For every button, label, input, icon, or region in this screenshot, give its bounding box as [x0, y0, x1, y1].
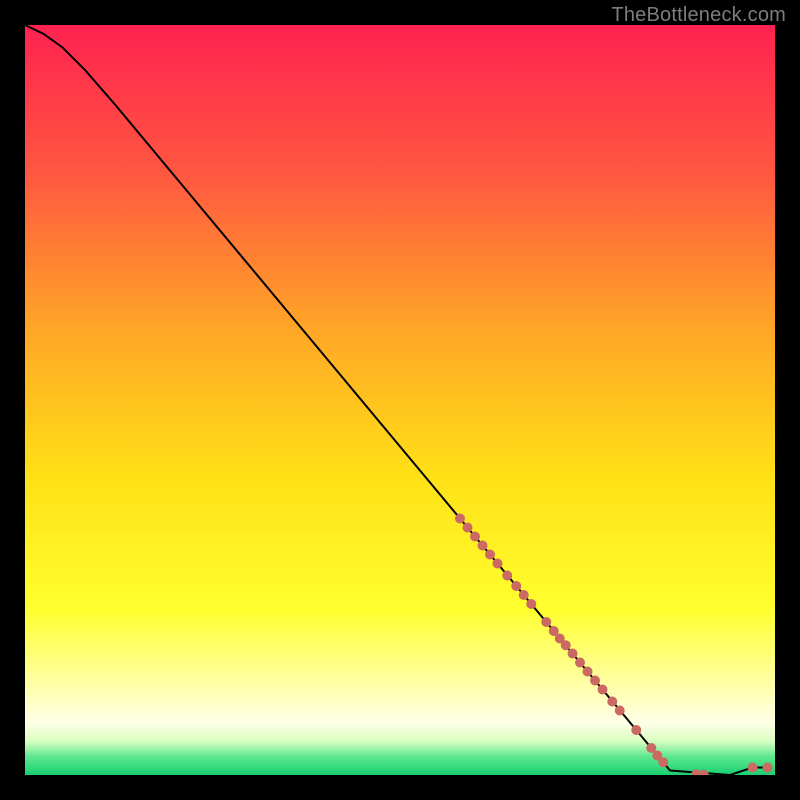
data-point — [485, 550, 495, 560]
data-point — [561, 640, 571, 650]
attribution-label: TheBottleneck.com — [611, 4, 786, 27]
data-point — [590, 676, 600, 686]
data-point — [519, 590, 529, 600]
data-point — [763, 763, 773, 773]
data-point — [470, 532, 480, 542]
data-point — [631, 725, 641, 735]
data-point — [511, 581, 521, 591]
data-point — [658, 757, 668, 767]
data-point — [598, 685, 608, 695]
chart-svg — [25, 25, 775, 775]
data-point — [463, 523, 473, 533]
chart-stage: TheBottleneck.com — [0, 0, 800, 800]
data-point — [478, 541, 488, 551]
data-point — [575, 658, 585, 668]
data-point — [455, 514, 465, 524]
gradient-background — [25, 25, 775, 775]
data-point — [583, 667, 593, 677]
data-point — [502, 571, 512, 581]
data-point — [568, 649, 578, 659]
data-point — [541, 617, 551, 627]
data-point — [526, 599, 536, 609]
data-point — [615, 706, 625, 716]
data-point — [748, 763, 758, 773]
data-point — [493, 559, 503, 569]
data-point — [607, 697, 617, 707]
